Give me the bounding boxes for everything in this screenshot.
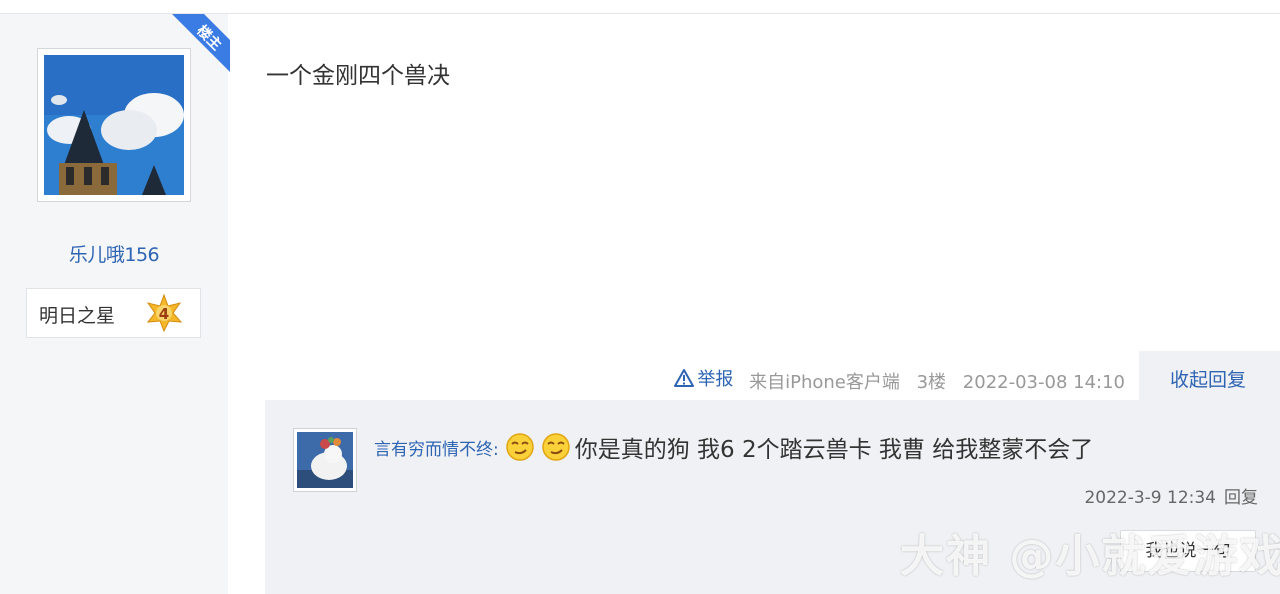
author-sidebar: 乐儿哦156 明日之星 4	[0, 14, 228, 594]
reply-line: 言有穷而情不终: 你是真的狗 我6 2个踏云兽卡 我曹 给我整蒙不会了	[374, 430, 1093, 464]
toggle-replies-label: 收起回复	[1170, 369, 1247, 391]
level-badge[interactable]: 明日之星 4	[26, 288, 201, 338]
post-time: 2022-03-08 14:10	[962, 372, 1125, 393]
watermark: 大神 @小就爱游戏	[900, 531, 1280, 582]
report-link[interactable]: 举报	[673, 365, 733, 391]
reply-avatar[interactable]	[293, 428, 357, 492]
smirk-emoji-icon	[505, 433, 534, 461]
level-number: 4	[159, 305, 169, 323]
smirk-emoji-icon	[541, 433, 570, 461]
post-floor: 3楼	[916, 372, 947, 393]
toggle-replies-tab[interactable]: 收起回复	[1139, 351, 1280, 401]
author-ribbon: 楼主	[164, 14, 230, 78]
post-content: 一个金刚四个兽决	[266, 63, 450, 89]
post-source: 来自iPhone客户端	[749, 372, 900, 393]
badge-label: 明日之星	[39, 305, 116, 327]
reply-meta: 2022-3-9 12:34 回复	[1084, 483, 1258, 508]
reply-avatar-image	[297, 432, 353, 488]
author-name[interactable]: 乐儿哦156	[0, 240, 228, 267]
post-meta: 举报 来自iPhone客户端 3楼 2022-03-08 14:10	[673, 365, 1125, 394]
reply-text: 你是真的狗 我6 2个踏云兽卡 我曹 给我整蒙不会了	[574, 437, 1094, 463]
report-label: 举报	[697, 369, 734, 390]
reply-username[interactable]: 言有穷而情不终:	[374, 435, 499, 460]
star-badge-icon: 4	[145, 293, 183, 333]
reply-time: 2022-3-9 12:34	[1084, 488, 1216, 508]
avatar-image	[44, 55, 184, 195]
warning-triangle-icon	[674, 369, 695, 387]
reply-reply-link[interactable]: 回复	[1224, 488, 1258, 508]
